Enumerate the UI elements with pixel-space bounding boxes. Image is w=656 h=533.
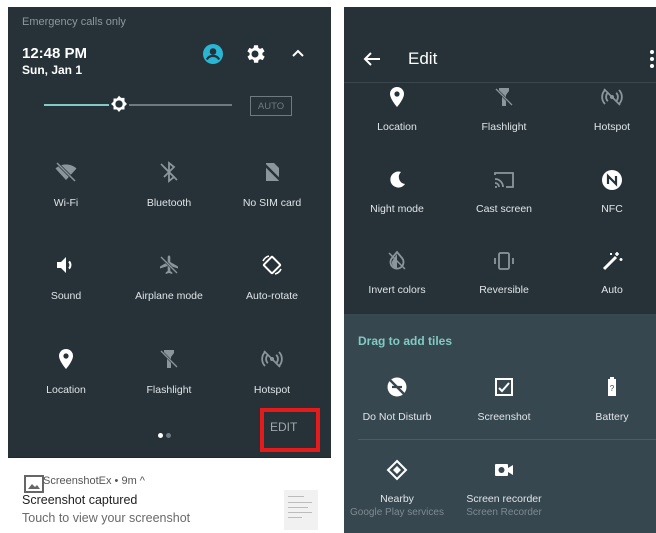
page-dot-active	[158, 433, 163, 438]
drag-to-add-title: Drag to add tiles	[358, 334, 453, 348]
notification-body: Touch to view your screenshot	[22, 511, 191, 525]
svg-text:?: ?	[610, 384, 615, 393]
no-sim-icon	[260, 160, 284, 184]
tile-label: Hotspot	[593, 121, 631, 133]
auto-rotate-icon	[260, 253, 284, 277]
page-indicator	[158, 425, 174, 443]
cast-icon	[492, 168, 516, 192]
page-dot	[166, 433, 171, 438]
brightness-track-filled	[44, 104, 116, 106]
tile-label: Location	[377, 121, 417, 133]
hotspot-off-icon	[260, 347, 284, 371]
user-avatar-icon[interactable]	[201, 42, 225, 66]
edit-header	[344, 7, 656, 83]
airplane-off-icon	[157, 253, 181, 277]
clock-date: Sun, Jan 1	[22, 63, 83, 77]
more-options-icon[interactable]	[640, 47, 654, 71]
tile-label: Location	[46, 384, 86, 396]
screenshot-thumbnail	[284, 490, 318, 530]
screenshot-icon	[492, 375, 516, 399]
wifi-off-icon	[54, 160, 78, 184]
brightness-slider-thumb[interactable]	[108, 93, 130, 115]
night-mode-icon	[385, 168, 409, 192]
tile-label: Sound	[50, 290, 82, 302]
divider	[358, 439, 656, 440]
notification-title: Screenshot captured	[22, 493, 138, 507]
tile-label: Flashlight	[146, 384, 192, 396]
collapse-chevron-icon[interactable]	[286, 42, 310, 66]
screen-recorder-icon	[492, 458, 516, 482]
image-app-icon	[22, 472, 44, 493]
tile-label: Night mode	[370, 203, 424, 215]
status-text: Emergency calls only	[22, 16, 126, 28]
flashlight-off-icon	[157, 347, 181, 371]
tile-label: Nearby	[380, 493, 414, 505]
clock-time: 12:48 PM	[22, 45, 88, 62]
tile-label: Screenshot	[477, 411, 531, 423]
edit-tiles-panel: Edit Drag to add tiles Location Flashligh…	[344, 7, 656, 533]
tile-label: Flashlight	[481, 121, 527, 133]
flashlight-off-icon	[492, 85, 516, 109]
tile-label: Reversible	[479, 284, 529, 296]
tile-label: No SIM card	[242, 197, 302, 209]
quick-settings-panel: Emergency calls only 12:48 PM Sun, Jan 1…	[8, 7, 331, 530]
battery-icon: ?	[600, 375, 624, 399]
volume-icon	[54, 253, 78, 277]
notification-app-name: ScreenshotEx • 9m ^	[43, 475, 145, 487]
brightness-auto-button[interactable]: AUTO	[250, 96, 292, 116]
back-arrow-icon[interactable]	[360, 47, 384, 71]
tile-label: Cast screen	[475, 203, 533, 215]
screenshot-notification[interactable]: ScreenshotEx • 9m ^ Screenshot captured …	[8, 458, 331, 530]
auto-magic-icon	[600, 249, 624, 273]
location-icon	[54, 347, 78, 371]
location-icon	[385, 85, 409, 109]
tile-sublabel: Google Play services	[350, 507, 444, 518]
tile-label: Airplane mode	[135, 290, 203, 302]
tile-label: Auto-rotate	[246, 290, 298, 302]
dnd-off-icon	[385, 375, 409, 399]
tile-label: Bluetooth	[146, 197, 192, 209]
invert-colors-icon	[385, 249, 409, 273]
bluetooth-off-icon	[157, 160, 181, 184]
edit-highlight-box	[260, 408, 320, 452]
hotspot-off-icon	[600, 85, 624, 109]
tile-label: Screen recorder	[466, 493, 542, 505]
tile-sublabel: Screen Recorder	[466, 507, 542, 518]
reversible-icon	[492, 249, 516, 273]
tile-label: Hotspot	[253, 384, 291, 396]
nfc-icon	[600, 168, 624, 192]
tile-label: NFC	[601, 203, 623, 215]
tile-label: Invert colors	[368, 284, 426, 296]
tile-label: Battery	[595, 411, 629, 423]
settings-gear-icon[interactable]	[243, 42, 267, 66]
nearby-icon	[385, 458, 409, 482]
added-tiles-area	[344, 83, 656, 314]
tile-label: Wi-Fi	[53, 197, 79, 209]
brightness-track	[129, 104, 232, 106]
tile-label: Auto	[601, 284, 623, 296]
tile-label: Do Not Disturb	[362, 411, 432, 423]
edit-title: Edit	[408, 49, 438, 68]
